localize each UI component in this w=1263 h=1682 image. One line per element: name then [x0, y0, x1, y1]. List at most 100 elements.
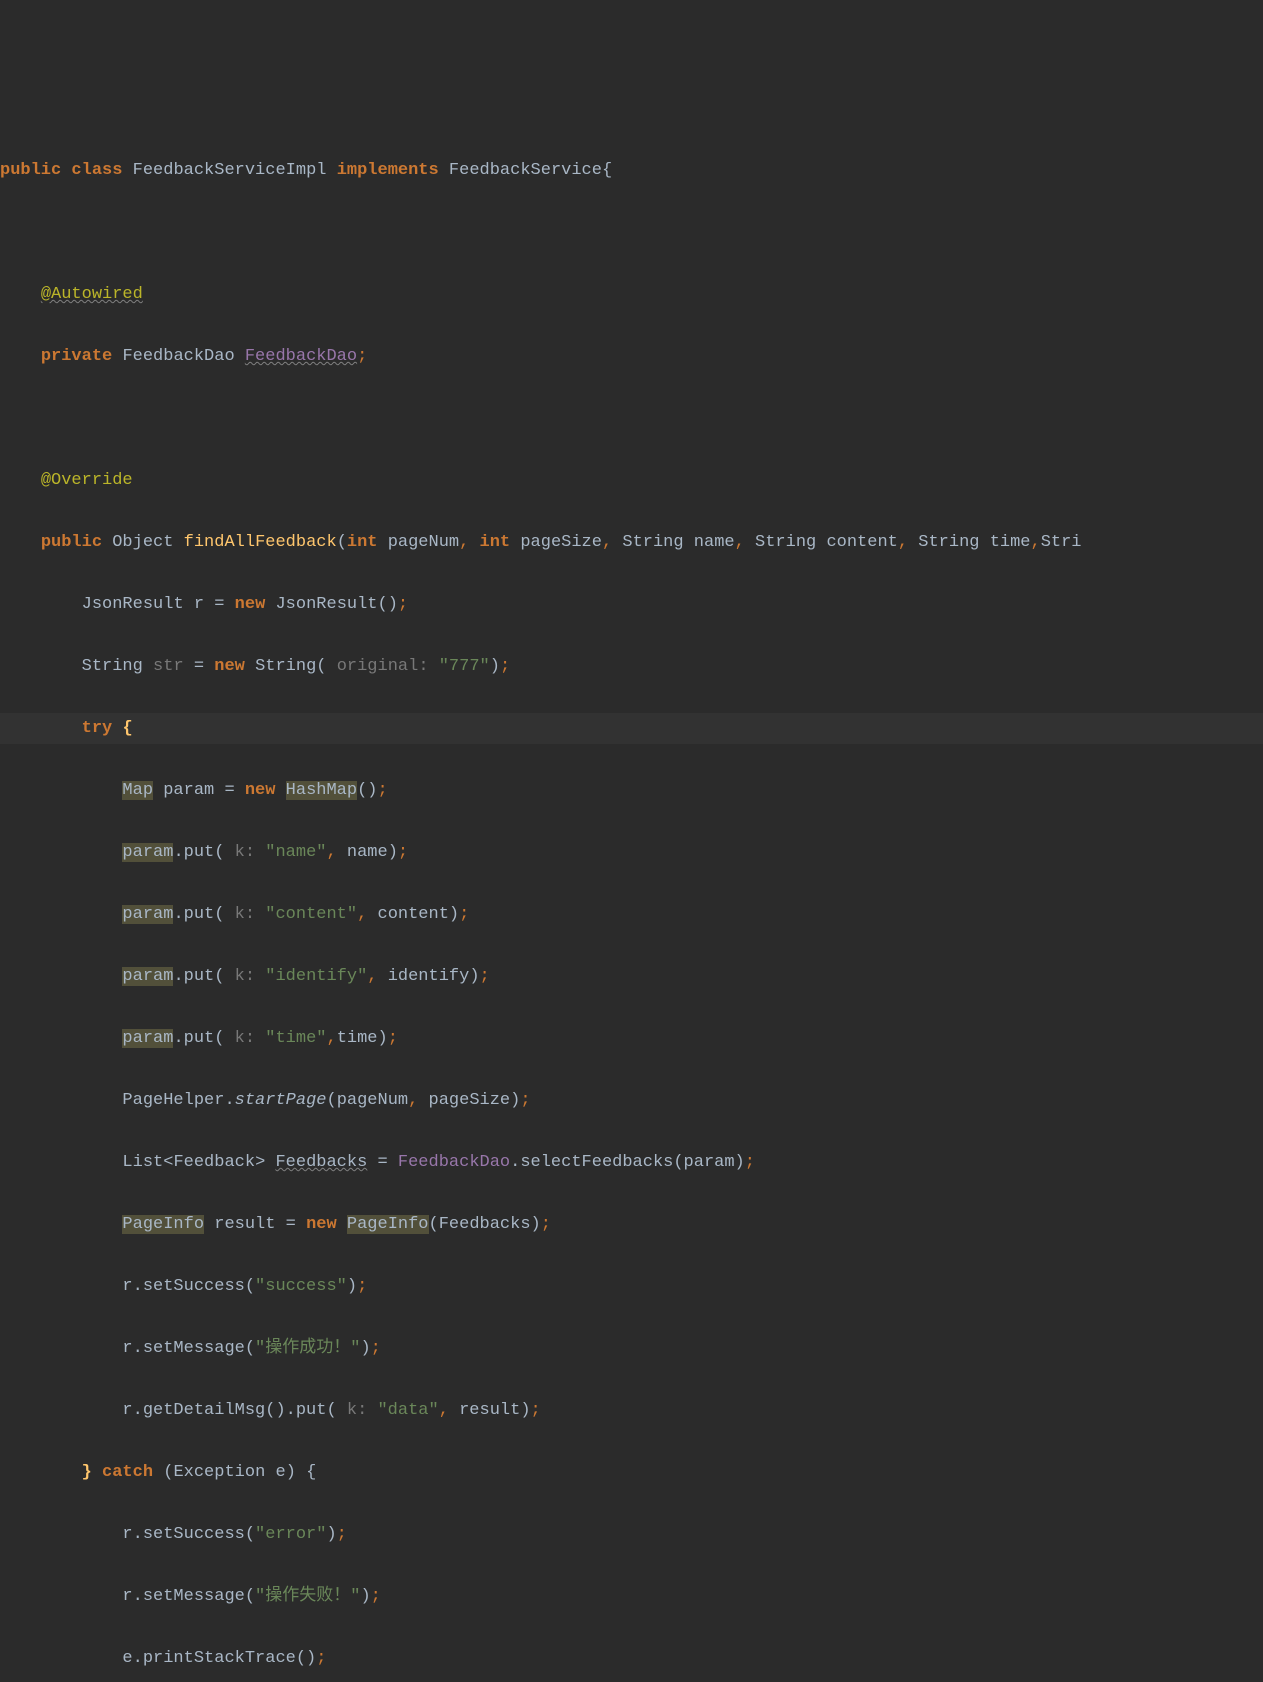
method-call: .put(: [173, 1029, 224, 1048]
code-line: [0, 217, 1263, 248]
variable: e: [275, 1463, 285, 1482]
argument: pageSize: [429, 1091, 511, 1110]
code-line: e.printStackTrace();: [0, 1643, 1263, 1674]
method-call: .put(: [173, 843, 224, 862]
type-string: String: [918, 533, 979, 552]
inline-hint: k:: [347, 1401, 367, 1420]
keyword-public: public: [0, 161, 61, 180]
string-literal: "data": [377, 1401, 438, 1420]
variable: r: [122, 1401, 132, 1420]
type-name: JsonResult: [82, 595, 184, 614]
param: pageSize: [520, 533, 602, 552]
code-line: Map param = new HashMap();: [0, 775, 1263, 806]
variable: param: [122, 967, 173, 986]
class-name: FeedbackServiceImpl: [133, 161, 327, 180]
argument: time: [337, 1029, 378, 1048]
code-line: public Object findAllFeedback(int pageNu…: [0, 527, 1263, 558]
keyword-implements: implements: [337, 161, 439, 180]
variable: r: [194, 595, 204, 614]
inline-hint: k:: [235, 1029, 255, 1048]
inline-hint: k:: [235, 967, 255, 986]
string-literal: "name": [265, 843, 326, 862]
type-object: Object: [112, 533, 173, 552]
code-line-active: try {: [0, 713, 1263, 744]
argument: pageNum: [337, 1091, 408, 1110]
code-line: List<Feedback> Feedbacks = FeedbackDao.s…: [0, 1147, 1263, 1178]
method-call: .setMessage(: [133, 1587, 255, 1606]
variable: result: [214, 1215, 275, 1234]
code-line: r.setMessage("操作失败！");: [0, 1581, 1263, 1612]
code-line: r.setSuccess("success");: [0, 1271, 1263, 1302]
keyword-int: int: [480, 533, 511, 552]
string-literal: "time": [265, 1029, 326, 1048]
variable: e: [122, 1649, 132, 1668]
type-list: List: [122, 1153, 163, 1172]
code-line: param.put( k: "identify", identify);: [0, 961, 1263, 992]
field-name: FeedbackDao: [245, 347, 357, 366]
code-line: public class FeedbackServiceImpl impleme…: [0, 155, 1263, 186]
argument: identify: [388, 967, 470, 986]
code-line: r.getDetailMsg().put( k: "data", result)…: [0, 1395, 1263, 1426]
method-call: .printStackTrace(): [133, 1649, 317, 1668]
keyword-new: new: [235, 595, 266, 614]
method-call: .getDetailMsg().put(: [133, 1401, 337, 1420]
variable: Feedbacks: [275, 1153, 367, 1172]
annotation-override: @Override: [41, 471, 133, 490]
param: name: [694, 533, 735, 552]
variable: r: [122, 1339, 132, 1358]
static-method: startPage: [235, 1091, 327, 1110]
code-line: param.put( k: "content", content);: [0, 899, 1263, 930]
keyword-new: new: [214, 657, 245, 676]
argument: Feedbacks: [439, 1215, 531, 1234]
type-name: JsonResult: [275, 595, 377, 614]
keyword-public: public: [41, 533, 102, 552]
argument: result: [459, 1401, 520, 1420]
type-pageinfo: PageInfo: [347, 1215, 429, 1234]
param: time: [990, 533, 1031, 552]
class-ref: PageHelper: [122, 1091, 224, 1110]
type-string: String: [755, 533, 816, 552]
string-literal: "identify": [265, 967, 367, 986]
code-line: @Override: [0, 465, 1263, 496]
keyword-int: int: [347, 533, 378, 552]
param: content: [826, 533, 897, 552]
method-call: .put(: [173, 967, 224, 986]
code-line: param.put( k: "time",time);: [0, 1023, 1263, 1054]
variable: param: [122, 905, 173, 924]
variable: r: [122, 1277, 132, 1296]
code-line: PageHelper.startPage(pageNum, pageSize);: [0, 1085, 1263, 1116]
keyword-new: new: [245, 781, 276, 800]
type-string: String: [622, 533, 683, 552]
code-editor[interactable]: public class FeedbackServiceImpl impleme…: [0, 124, 1263, 1682]
annotation-autowired: @Autowired: [41, 285, 143, 304]
code-line: r.setSuccess("error");: [0, 1519, 1263, 1550]
method-call: .selectFeedbacks(param): [510, 1153, 745, 1172]
argument: name: [347, 843, 388, 862]
variable: r: [122, 1525, 132, 1544]
method-call: .setSuccess(: [133, 1277, 255, 1296]
string-literal: "操作失败！": [255, 1587, 360, 1606]
param: Stri: [1041, 533, 1082, 552]
code-line: param.put( k: "name", name);: [0, 837, 1263, 868]
inline-hint: k:: [235, 905, 255, 924]
method-call: .setMessage(: [133, 1339, 255, 1358]
variable: r: [122, 1587, 132, 1606]
string-literal: "777": [439, 657, 490, 676]
type-name: FeedbackDao: [122, 347, 234, 366]
variable: param: [122, 1029, 173, 1048]
type-string: String: [82, 657, 143, 676]
argument: content: [378, 905, 449, 924]
field-ref: FeedbackDao: [398, 1153, 510, 1172]
code-line: [0, 403, 1263, 434]
type-map: Map: [122, 781, 153, 800]
method-name: findAllFeedback: [184, 533, 337, 552]
variable: param: [163, 781, 214, 800]
string-literal: "操作成功！": [255, 1339, 360, 1358]
keyword-try: try: [82, 719, 113, 738]
keyword-new: new: [306, 1215, 337, 1234]
code-line: } catch (Exception e) {: [0, 1457, 1263, 1488]
type-feedback: Feedback: [173, 1153, 255, 1172]
param: pageNum: [388, 533, 459, 552]
code-line: private FeedbackDao FeedbackDao;: [0, 341, 1263, 372]
interface-name: FeedbackService: [449, 161, 602, 180]
